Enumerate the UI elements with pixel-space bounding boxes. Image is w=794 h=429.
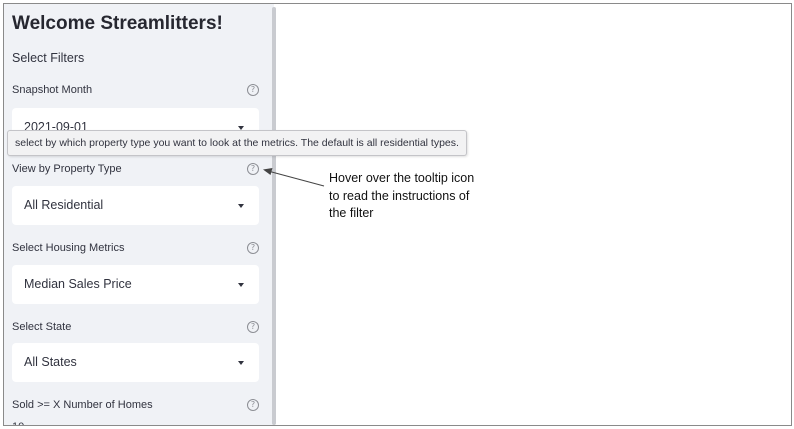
arrow-line — [267, 170, 325, 187]
annotation-note: Hover over the tooltip icon to read the … — [329, 171, 475, 220]
arrow-head — [263, 168, 273, 175]
screenshot-frame: Welcome Streamlitters! Select Filters Sn… — [3, 3, 792, 426]
